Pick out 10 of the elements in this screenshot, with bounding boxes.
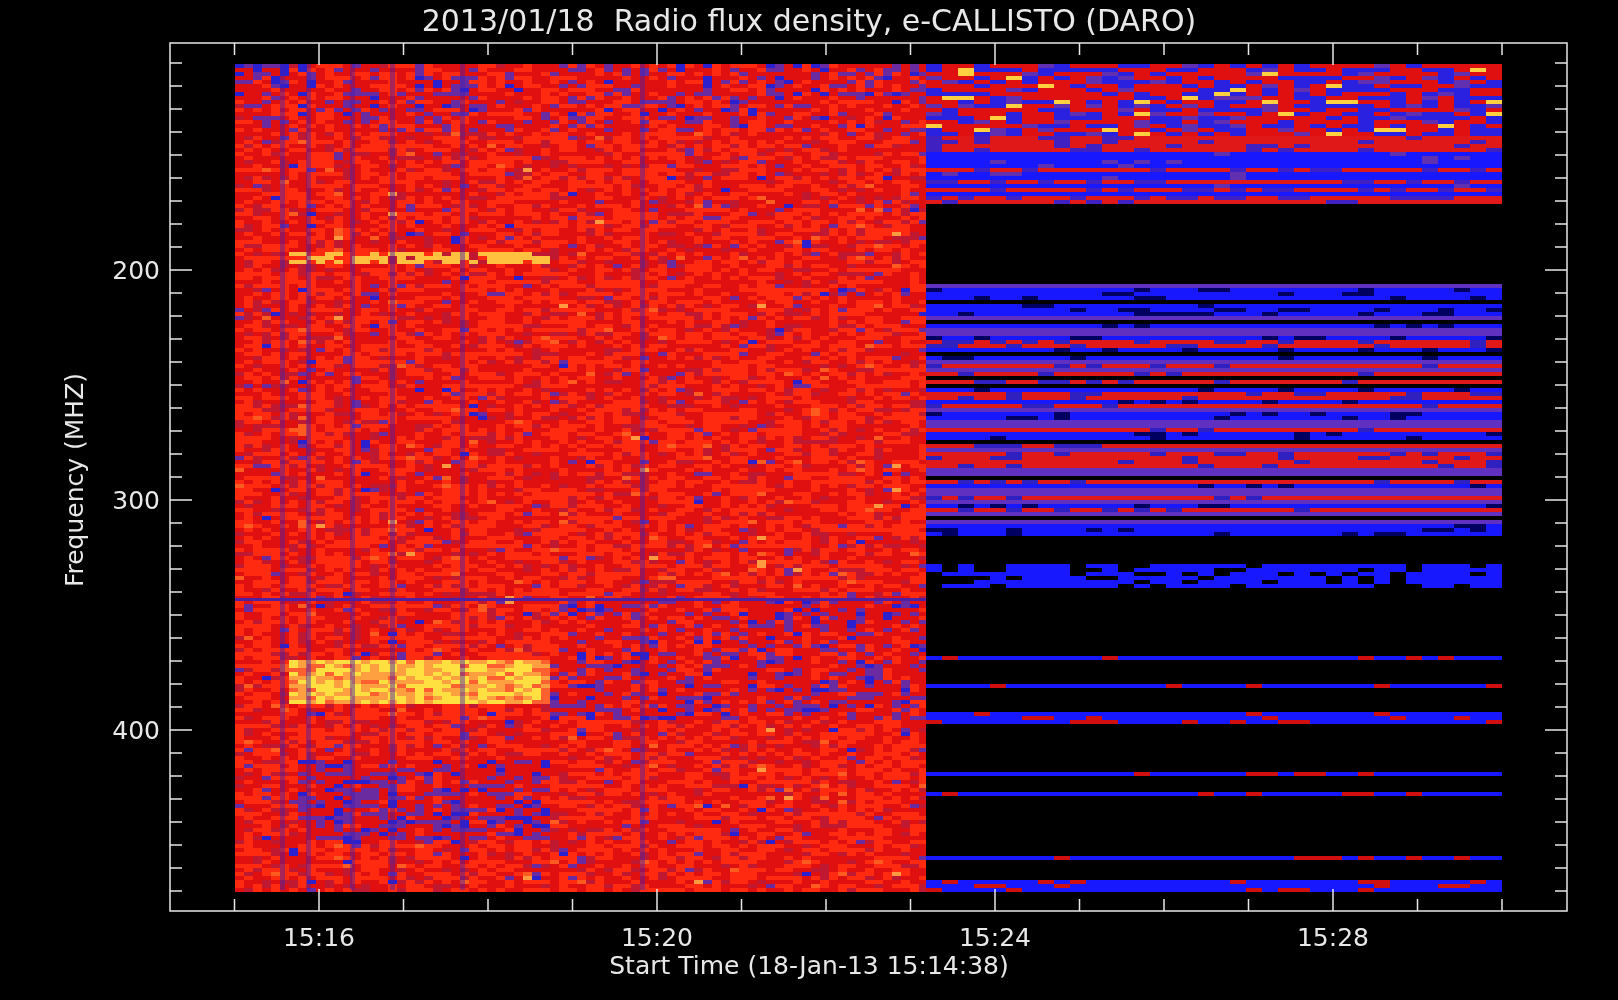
axis-title: Frequency (MHZ) bbox=[60, 372, 89, 588]
tick-label: 15:16 bbox=[283, 923, 355, 952]
tick-label: 400 bbox=[112, 716, 160, 745]
tick-label: 200 bbox=[112, 256, 160, 285]
tick-label: 15:20 bbox=[621, 923, 693, 952]
axis-title: Start Time (18-Jan-13 15:14:38) bbox=[609, 951, 1009, 980]
chart-title: 2013/01/18 Radio flux density, e-CALLISTO (DARO) bbox=[421, 3, 1197, 38]
tick-label: 300 bbox=[112, 486, 160, 515]
tick-label: 15:24 bbox=[959, 923, 1031, 952]
tick-label: 15:28 bbox=[1297, 923, 1369, 952]
